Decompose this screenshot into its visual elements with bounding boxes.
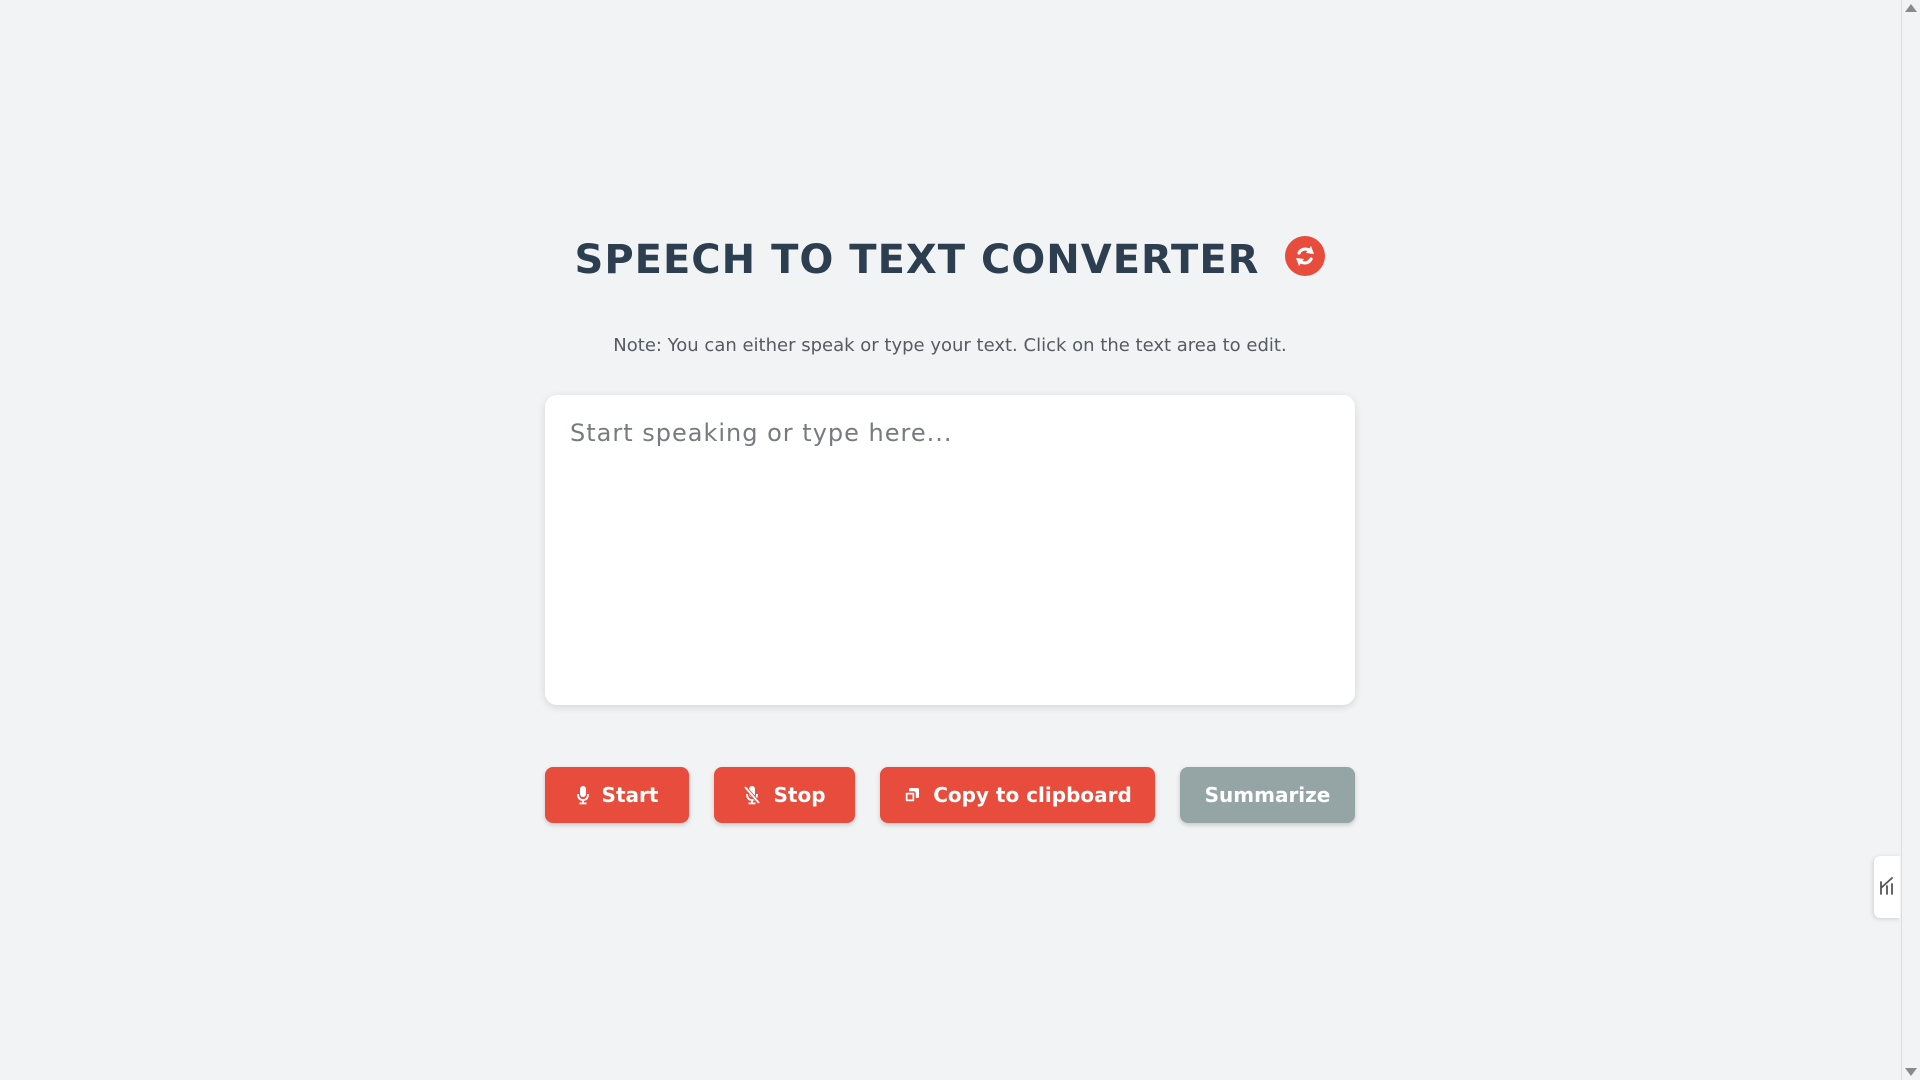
speech-text-area[interactable] (545, 395, 1355, 705)
vertical-scrollbar[interactable] (1900, 0, 1920, 1080)
summarize-button-label: Summarize (1204, 783, 1331, 807)
instruction-note: Note: You can either speak or type your … (613, 335, 1287, 356)
clipboard-icon (903, 786, 921, 804)
copy-button-label: Copy to clipboard (933, 783, 1132, 807)
scroll-up-arrow-icon[interactable] (1905, 4, 1917, 12)
start-button-label: Start (601, 783, 659, 807)
extension-icon (1879, 874, 1895, 901)
summarize-button[interactable]: Summarize (1180, 767, 1355, 823)
scroll-down-arrow-icon[interactable] (1905, 1068, 1917, 1076)
copy-to-clipboard-button[interactable]: Copy to clipboard (880, 767, 1155, 823)
page: SPEECH TO TEXT CONVERTER Note: You can e… (0, 0, 1920, 1080)
refresh-icon[interactable] (1285, 236, 1326, 276)
stop-button[interactable]: Stop (714, 767, 855, 823)
stop-button-label: Stop (773, 783, 826, 807)
main-content: SPEECH TO TEXT CONVERTER Note: You can e… (0, 0, 1900, 1080)
microphone-icon (576, 785, 590, 805)
start-button[interactable]: Start (545, 767, 689, 823)
page-title: SPEECH TO TEXT CONVERTER (574, 237, 1260, 283)
scrollbar-track (1901, 0, 1902, 1080)
extension-side-tab[interactable] (1874, 856, 1900, 918)
microphone-off-icon (743, 785, 761, 805)
header: SPEECH TO TEXT CONVERTER (0, 232, 1900, 288)
